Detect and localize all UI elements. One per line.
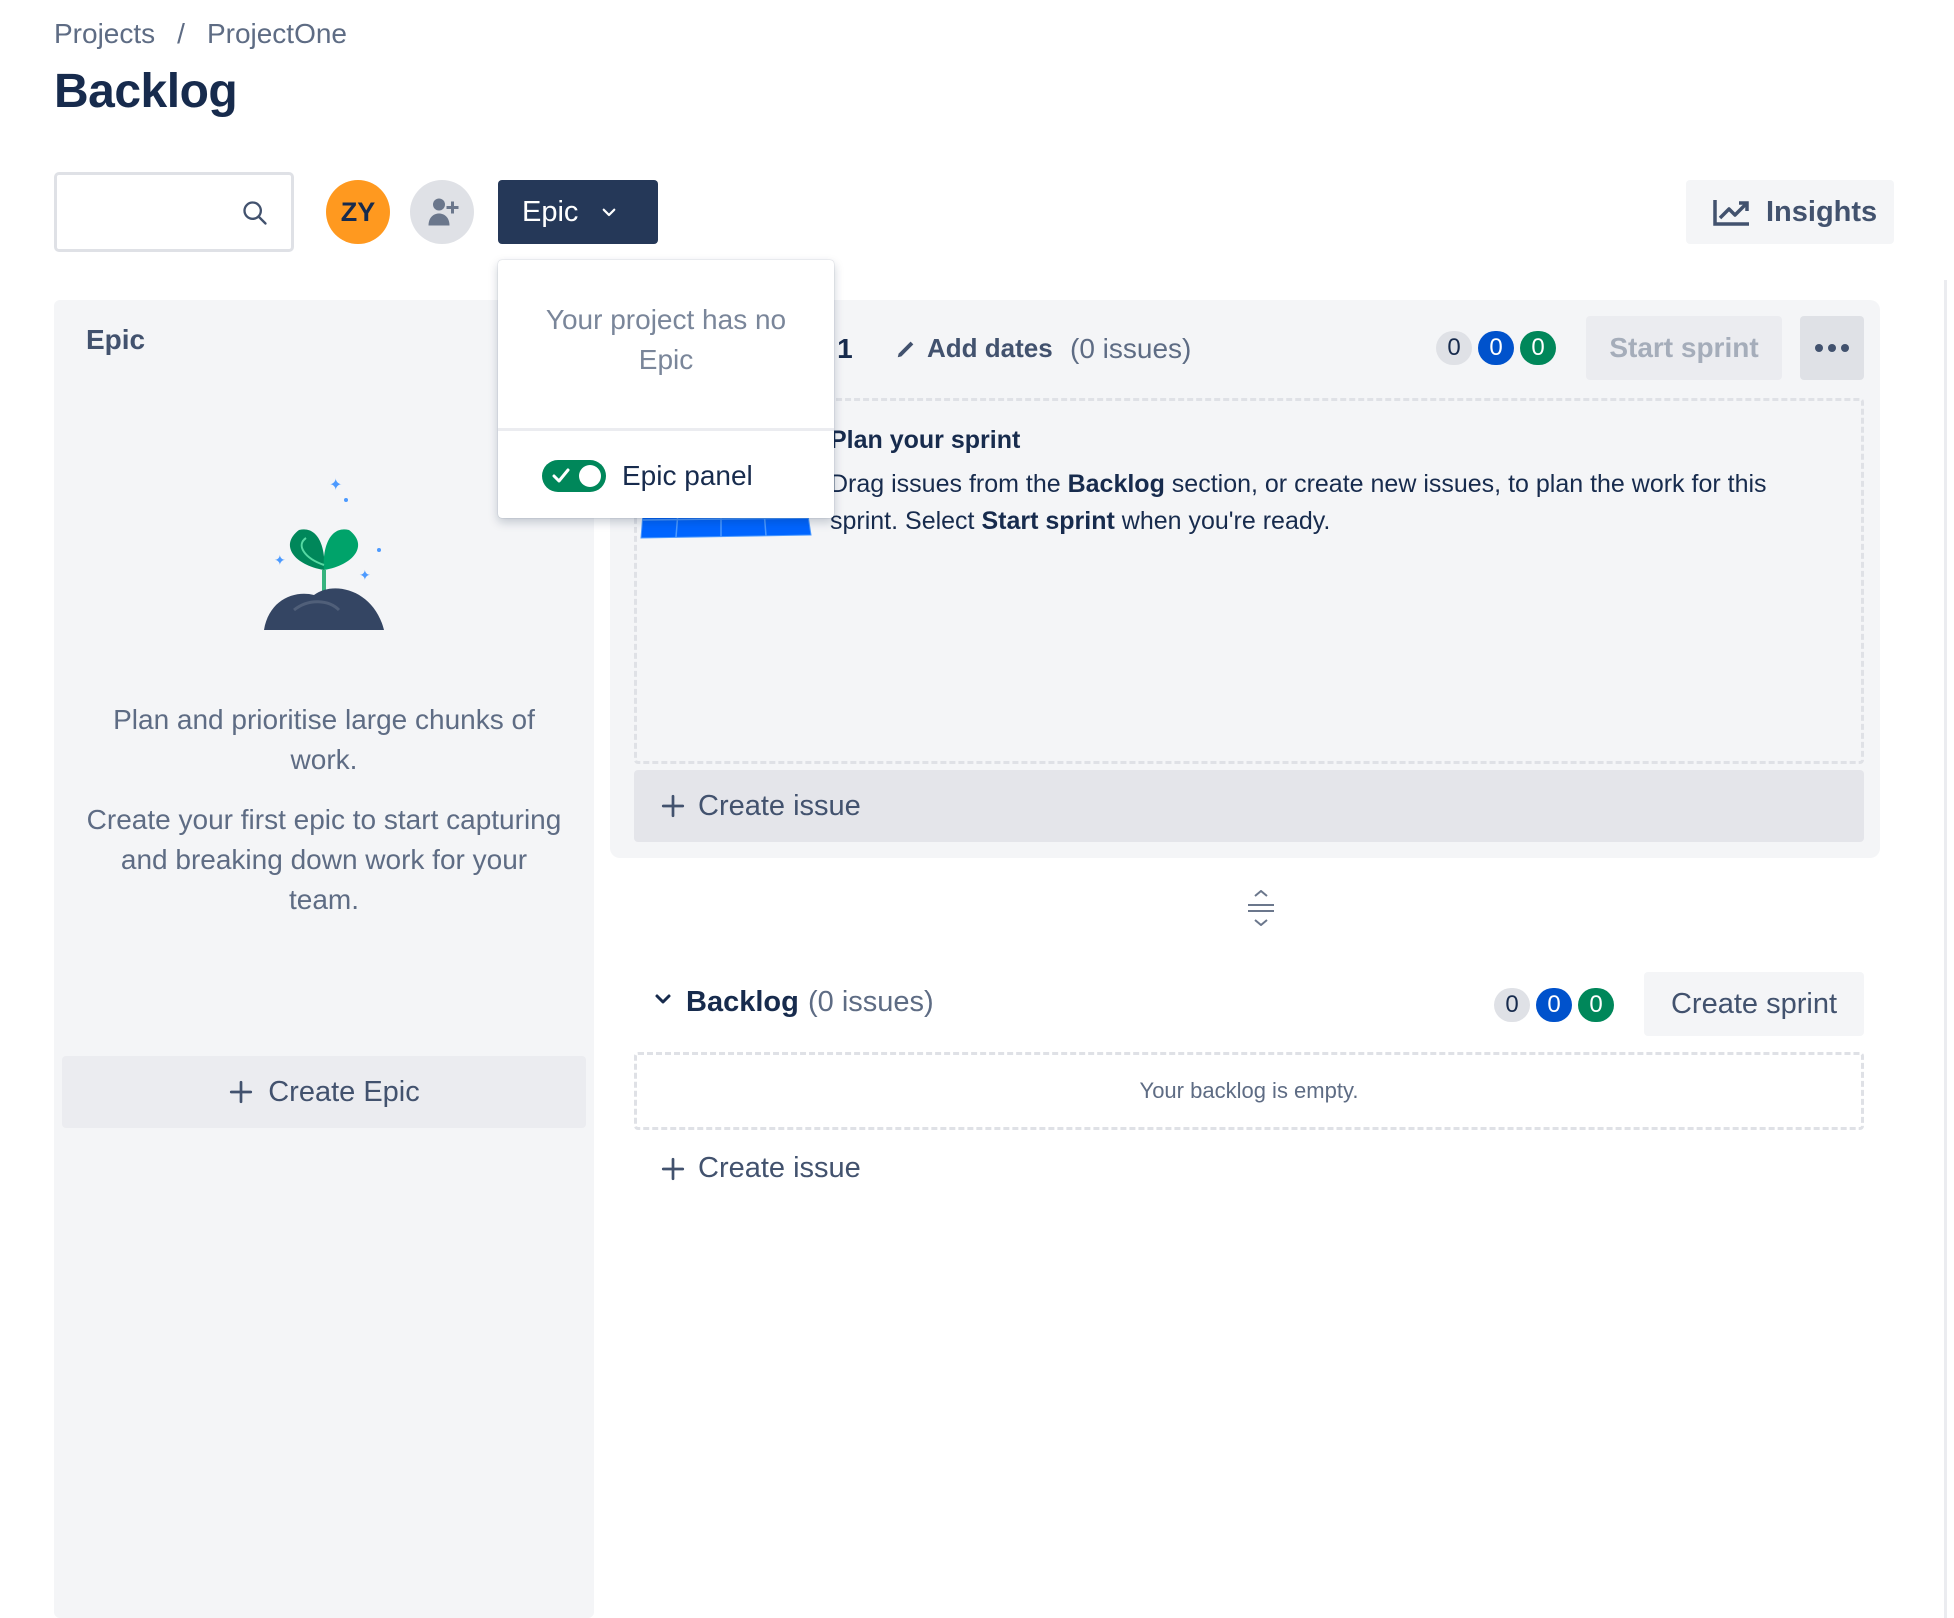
status-badge-todo: 0 [1494,988,1530,1022]
drag-handle-icon[interactable] [1246,890,1276,926]
status-badge-in-progress: 0 [1536,988,1572,1022]
plus-icon [661,794,685,818]
divider [498,428,834,431]
breadcrumb-separator: / [177,18,185,49]
scrollbar[interactable] [1944,280,1947,1618]
insights-button[interactable]: Insights [1686,180,1894,244]
backlog-issue-count: (0 issues) [808,986,934,1018]
toggle-knob [579,465,601,487]
plan-sprint-text: Drag issues from the Backlog section, or… [830,470,1767,535]
backlog-create-issue-label: Create issue [698,1152,861,1184]
backlog-emphasis: Backlog [1067,470,1165,498]
plan-sprint-title: Plan your sprint [830,426,1021,454]
svg-text:✦: ✦ [329,477,342,494]
add-person-icon [428,198,459,226]
epic-dropdown: Your project has no Epic Epic panel [498,260,834,518]
chevron-down-icon[interactable] [654,990,672,1008]
page-title: Backlog [54,65,238,118]
plus-icon [661,1157,685,1180]
create-sprint-button[interactable]: Create sprint [1644,972,1864,1036]
backlog-status-badges: 0 0 0 [1494,988,1614,1022]
svg-text:✦: ✦ [274,552,286,568]
add-people-button[interactable] [410,180,474,244]
create-epic-button[interactable]: Create Epic [62,1056,586,1128]
epic-filter-label: Epic [522,195,579,228]
epic-dropdown-empty-text: Your project has no Epic [545,304,787,375]
breadcrumb: Projects / ProjectOne [54,18,347,50]
backlog-create-issue-button[interactable]: Create issue [660,1152,861,1185]
epic-filter-button[interactable]: Epic [498,180,658,244]
add-dates-button[interactable]: Add dates [895,333,1053,364]
add-dates-label: Add dates [927,333,1053,363]
status-badge-done: 0 [1520,331,1556,365]
status-badge-in-progress: 0 [1478,331,1514,365]
status-badge-done: 0 [1578,988,1614,1022]
breadcrumb-projects-link[interactable]: Projects [54,18,155,50]
epic-panel-toggle-label: Epic panel [622,460,753,491]
epic-panel-description: Plan and prioritise large chunks of work… [113,704,535,775]
chevron-down-icon [603,208,616,217]
backlog-empty-state: Your backlog is empty. [634,1052,1864,1130]
sprint-create-issue-label: Create issue [698,789,861,822]
epic-panel-title: Epic [86,324,146,355]
check-icon [552,468,570,483]
search-input[interactable] [54,172,294,252]
start-sprint-button[interactable]: Start sprint [1586,316,1782,380]
create-epic-label: Create Epic [268,1075,420,1108]
start-sprint-emphasis: Start sprint [981,507,1115,535]
epic-panel-description-2: Create your first epic to start capturin… [86,804,562,915]
plus-icon [230,1080,253,1104]
breadcrumb-project-link[interactable]: ProjectOne [207,18,347,50]
chart-line-icon [1713,200,1749,226]
insights-label: Insights [1766,195,1878,228]
status-badge-todo: 0 [1436,331,1472,365]
avatar[interactable]: ZY [326,180,390,244]
pencil-icon [897,341,914,357]
sprout-illustration: ✦ ✦ ✦ [264,477,384,630]
sprint-issue-count: (0 issues) [1070,333,1192,364]
sprint-status-badges: 0 0 0 [1436,331,1556,365]
more-icon[interactable] [1800,316,1864,380]
sprint-create-issue-button[interactable]: Create issue [634,770,1864,842]
search-icon [243,201,267,225]
backlog-title: Backlog [686,986,799,1018]
epic-panel-toggle[interactable] [542,460,606,492]
svg-text:✦: ✦ [359,567,371,583]
